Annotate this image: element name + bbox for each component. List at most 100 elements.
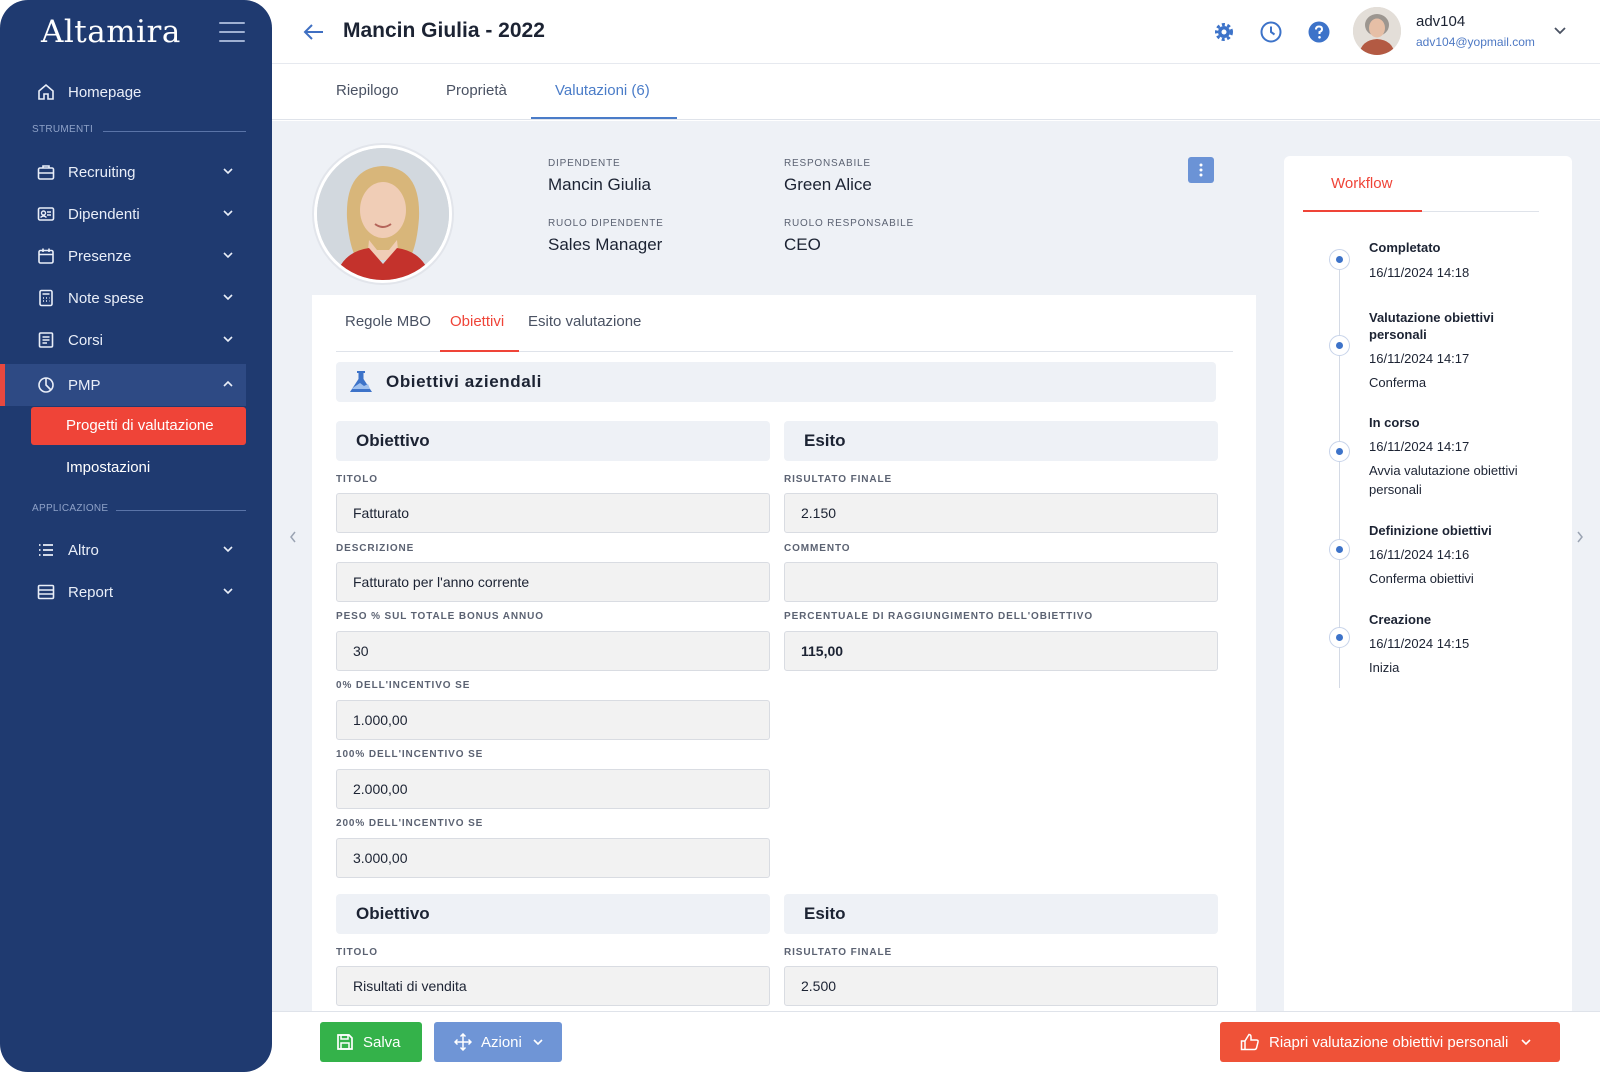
descrizione-field[interactable]: Fatturato per l'anno corrente <box>336 562 770 602</box>
active-item-indicator <box>0 364 5 406</box>
esito-header: Esito <box>784 421 1218 461</box>
timeline-dot <box>1329 249 1350 270</box>
chevron-up-icon <box>223 380 233 387</box>
tab-workflow[interactable]: Workflow <box>1331 175 1392 192</box>
ruolo-dipendente-value: Sales Manager <box>548 235 663 254</box>
more-options-button[interactable] <box>1188 157 1214 183</box>
step-title: Creazione <box>1369 612 1432 627</box>
save-button-label: Salva <box>363 1033 401 1051</box>
actions-button[interactable]: Azioni <box>434 1022 562 1062</box>
incentivo-100-field[interactable]: 2.000,00 <box>336 769 770 809</box>
save-icon <box>337 1034 353 1050</box>
sidebar-item-presenze[interactable]: Presenze <box>25 236 246 276</box>
section-divider <box>116 510 246 511</box>
book-icon <box>38 332 54 348</box>
menu-toggle-icon[interactable] <box>219 22 245 42</box>
actions-button-label: Azioni <box>481 1033 522 1051</box>
reopen-evaluation-button[interactable]: Riapri valutazione obiettivi personali <box>1220 1022 1560 1062</box>
step-date: 16/11/2024 14:15 <box>1369 636 1470 651</box>
sidebar-item-label: Homepage <box>68 83 142 101</box>
home-icon <box>38 83 54 100</box>
back-arrow-icon[interactable] <box>303 22 325 42</box>
tab-proprieta[interactable]: Proprietà <box>446 82 507 99</box>
clock-icon[interactable] <box>1259 20 1283 44</box>
step-date: 16/11/2024 14:18 <box>1369 265 1470 280</box>
subtab-regole-mbo[interactable]: Regole MBO <box>345 313 431 330</box>
subtab-obiettivi[interactable]: Obiettivi <box>450 313 504 330</box>
sidebar: Altamira Homepage STRUMENTI Recruiting D… <box>0 0 272 1072</box>
ruolo-dipendente-label: RUOLO DIPENDENTE <box>548 218 664 229</box>
ruolo-responsabile-value: CEO <box>784 235 821 254</box>
section-divider <box>103 131 246 132</box>
chevron-down-icon <box>223 294 233 301</box>
risultato-finale-field[interactable]: 2.150 <box>784 493 1218 533</box>
sidebar-item-recruiting[interactable]: Recruiting <box>25 152 246 192</box>
chevron-down-icon <box>223 336 233 343</box>
pie-chart-icon <box>38 377 54 393</box>
sidebar-item-note-spese[interactable]: Note spese <box>25 278 246 318</box>
help-icon[interactable] <box>1307 20 1331 44</box>
tab-active-indicator <box>531 117 677 119</box>
incentivo-0-label: 0% DELL'INCENTIVO SE <box>336 680 471 691</box>
timeline-dot <box>1329 335 1350 356</box>
settings-icon[interactable] <box>1212 20 1236 44</box>
sidebar-item-report[interactable]: Report <box>25 572 246 612</box>
chevron-down-icon <box>223 210 233 217</box>
titolo-label: TITOLO <box>336 474 378 485</box>
step-title: Valutazione obiettivi personali <box>1369 310 1494 342</box>
reopen-button-label: Riapri valutazione obiettivi personali <box>1269 1033 1509 1051</box>
employee-photo-image <box>317 148 449 280</box>
descrizione-label: DESCRIZIONE <box>336 543 415 554</box>
subtab-esito-valutazione[interactable]: Esito valutazione <box>528 313 641 330</box>
risultato-finale-field[interactable]: 2.500 <box>784 966 1218 1006</box>
peso-field[interactable]: 30 <box>336 631 770 671</box>
section-title: Obiettivi aziendali <box>386 372 542 391</box>
sidebar-subitem-impostazioni[interactable]: Impostazioni <box>66 459 150 476</box>
step-date: 16/11/2024 14:17 <box>1369 439 1470 454</box>
sidebar-item-label: Note spese <box>68 289 144 307</box>
sidebar-subitem-progetti[interactable]: Progetti di valutazione <box>66 417 214 434</box>
sidebar-item-pmp[interactable]: PMP <box>25 365 246 405</box>
incentivo-200-field[interactable]: 3.000,00 <box>336 838 770 878</box>
chevron-right-icon[interactable] <box>1575 530 1585 544</box>
commento-field[interactable] <box>784 562 1218 602</box>
sidebar-item-altro[interactable]: Altro <box>25 530 246 570</box>
timeline-dot <box>1329 627 1350 648</box>
sidebar-item-homepage[interactable]: Homepage <box>25 72 246 112</box>
user-email: adv104@yopmail.com <box>1416 35 1535 49</box>
save-button[interactable]: Salva <box>320 1022 422 1062</box>
step-title: Definizione obiettivi <box>1369 523 1492 538</box>
step-date: 16/11/2024 14:17 <box>1369 351 1470 366</box>
subtab-active-indicator <box>440 350 519 352</box>
tab-valutazioni[interactable]: Valutazioni (6) <box>555 82 650 99</box>
tab-riepilogo[interactable]: Riepilogo <box>336 82 399 99</box>
sidebar-item-dipendenti[interactable]: Dipendenti <box>25 194 246 234</box>
titolo-field[interactable]: Risultati di vendita <box>336 966 770 1006</box>
titolo-field[interactable]: Fatturato <box>336 493 770 533</box>
chevron-down-icon <box>533 1039 543 1046</box>
dipendente-label: DIPENDENTE <box>548 158 621 169</box>
sidebar-item-label: Report <box>68 583 114 601</box>
step-date: 16/11/2024 14:16 <box>1369 547 1470 562</box>
calculator-icon <box>39 289 53 307</box>
peso-label: PESO % SUL TOTALE BONUS ANNUO <box>336 611 544 622</box>
id-card-icon <box>37 207 55 221</box>
incentivo-100-label: 100% DELL'INCENTIVO SE <box>336 749 484 760</box>
sidebar-item-label: Altro <box>68 541 99 559</box>
step-title: In corso <box>1369 415 1420 430</box>
sidebar-item-label: Dipendenti <box>68 205 140 223</box>
chevron-down-icon[interactable] <box>1553 26 1567 36</box>
responsabile-label: RESPONSABILE <box>784 158 871 169</box>
user-avatar[interactable] <box>1353 7 1401 55</box>
step-note: Inizia <box>1369 660 1400 675</box>
step-note: Conferma <box>1369 375 1427 390</box>
chevron-left-icon[interactable] <box>288 530 298 544</box>
move-icon <box>454 1033 472 1051</box>
percentuale-field[interactable]: 115,00 <box>784 631 1218 671</box>
list-icon <box>39 544 53 556</box>
commento-label: COMMENTO <box>784 543 851 554</box>
incentivo-0-field[interactable]: 1.000,00 <box>336 700 770 740</box>
sidebar-item-label: Corsi <box>68 331 104 349</box>
sidebar-item-corsi[interactable]: Corsi <box>25 320 246 360</box>
thumbs-up-icon <box>1240 1033 1259 1051</box>
